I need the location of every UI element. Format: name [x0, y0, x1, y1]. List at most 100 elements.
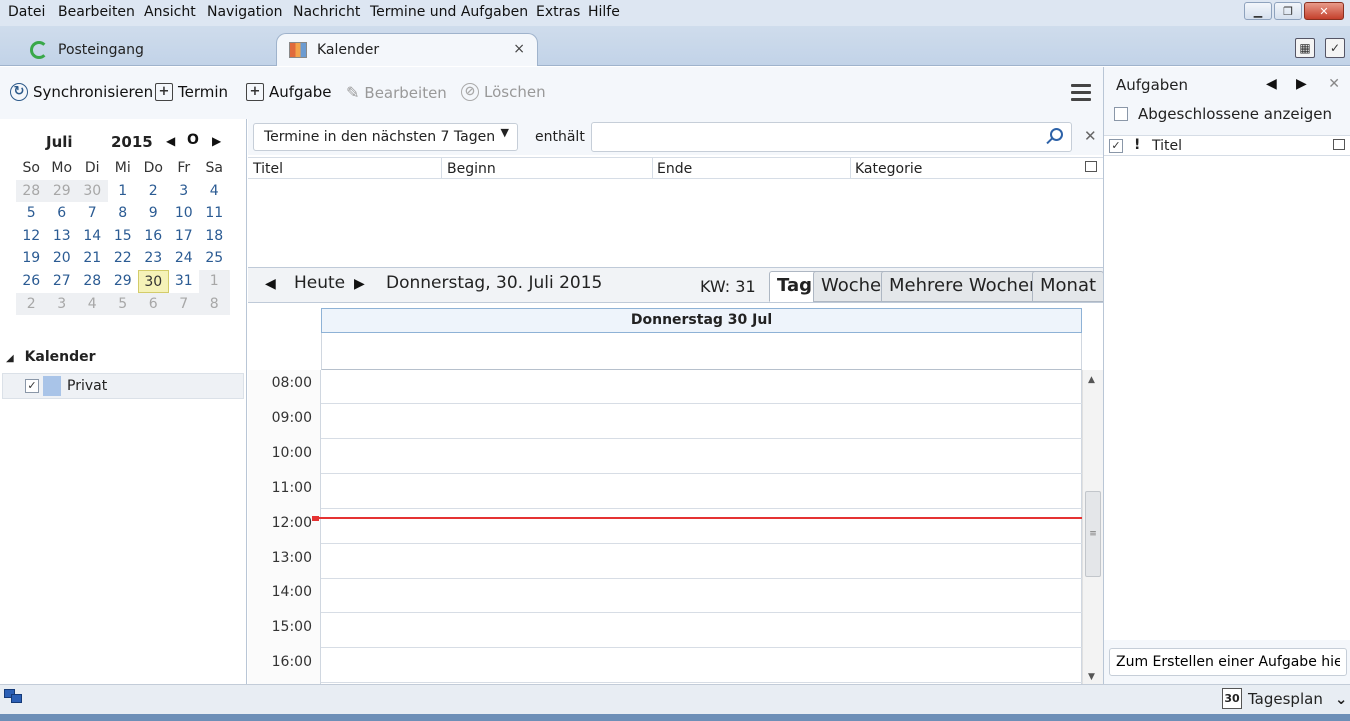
calendar-list-title[interactable]: ◢ Kalender [6, 349, 96, 365]
minimize-button[interactable]: ▁ [1244, 2, 1272, 20]
new-task-input[interactable] [1109, 648, 1347, 676]
new-event-button[interactable]: + Termin [155, 83, 228, 101]
mini-calendar-day[interactable]: 30 [77, 179, 108, 203]
mini-calendar-day[interactable]: 30 [138, 269, 169, 293]
today-pane-toggle[interactable]: 30 Tagesplan ⌄ [1222, 688, 1347, 709]
menu-ansicht[interactable]: Ansicht [144, 4, 196, 20]
menu-icon[interactable] [1071, 84, 1091, 101]
today-button[interactable]: Heute [294, 273, 345, 293]
task-pane-icon[interactable]: ✓ [1325, 38, 1345, 58]
new-task-button[interactable]: + Aufgabe [246, 83, 332, 101]
priority-column-icon[interactable]: ! [1134, 137, 1140, 153]
tab-monat[interactable]: Monat [1032, 271, 1105, 302]
mini-calendar-day[interactable]: 31 [169, 270, 200, 293]
mini-calendar-day[interactable]: 8 [108, 202, 139, 225]
column-titel[interactable]: Titel [1152, 138, 1182, 154]
prev-month-icon[interactable]: ◀ [166, 134, 175, 148]
mini-calendar-day[interactable]: 7 [77, 202, 108, 225]
all-day-area[interactable] [321, 333, 1082, 370]
menu-termine-und-aufgaben[interactable]: Termine und Aufgaben [370, 4, 528, 20]
mini-calendar-day[interactable]: 6 [47, 202, 78, 225]
menu-nachricht[interactable]: Nachricht [293, 4, 360, 20]
edit-button[interactable]: ✎ Bearbeiten [346, 83, 447, 102]
mini-calendar-day[interactable]: 14 [77, 225, 108, 248]
mini-calendar-day[interactable]: 20 [47, 247, 78, 270]
checkbox-icon[interactable] [1114, 107, 1128, 121]
close-window-button[interactable]: ✕ [1304, 2, 1344, 20]
mini-calendar-day[interactable]: 13 [47, 225, 78, 248]
mini-calendar-day[interactable]: 28 [77, 270, 108, 293]
filter-select[interactable]: Termine in den nächsten 7 Tagen ▼ [253, 123, 518, 151]
next-icon[interactable]: ▶ [1296, 76, 1307, 92]
mini-calendar-day[interactable]: 5 [16, 202, 47, 225]
mini-calendar-day[interactable]: 17 [169, 225, 200, 248]
mini-calendar-month[interactable]: Juli [46, 133, 73, 151]
tab-kalender[interactable]: Kalender × [276, 33, 538, 66]
mini-calendar-day[interactable]: 4 [77, 292, 108, 316]
mini-calendar-day[interactable]: 3 [46, 292, 77, 316]
menu-navigation[interactable]: Navigation [207, 4, 283, 20]
delete-button[interactable]: ⊘ Löschen [461, 83, 546, 101]
mini-calendar-day[interactable]: 26 [16, 270, 47, 293]
mini-calendar-day[interactable]: 29 [46, 179, 77, 203]
time-slots[interactable] [321, 370, 1082, 685]
mini-calendar-day[interactable]: 21 [77, 247, 108, 270]
show-completed-checkbox[interactable]: Abgeschlossene anzeigen [1114, 105, 1332, 123]
mini-calendar-day[interactable]: 23 [138, 247, 169, 270]
mini-calendar-day[interactable]: 2 [16, 292, 47, 316]
mini-calendar-day[interactable]: 27 [47, 270, 78, 293]
mini-calendar-day[interactable]: 9 [138, 202, 169, 225]
mini-calendar-day[interactable]: 11 [199, 202, 230, 225]
mini-calendar-day[interactable]: 12 [16, 225, 47, 248]
mini-calendar-day[interactable]: 1 [199, 269, 230, 293]
tab-mehrere-wochen[interactable]: Mehrere Wochen [881, 271, 1049, 302]
search-input[interactable] [591, 122, 1072, 152]
sync-button[interactable]: ↻ Synchronisieren [10, 83, 153, 101]
mini-calendar-day[interactable]: 8 [199, 292, 230, 316]
menu-datei[interactable]: Datei [8, 4, 45, 20]
mini-calendar-day[interactable]: 19 [16, 247, 47, 270]
clear-search-icon[interactable]: ✕ [1084, 127, 1097, 145]
mini-calendar-year[interactable]: 2015 [111, 133, 153, 151]
calendar-item-privat[interactable]: ✓ Privat [2, 373, 244, 399]
completed-column-icon[interactable]: ✓ [1109, 139, 1123, 153]
mini-calendar-day[interactable]: 2 [138, 180, 169, 203]
scroll-up-icon[interactable]: ▲ [1088, 375, 1095, 385]
mini-calendar-day[interactable]: 24 [169, 247, 200, 270]
mini-calendar-day[interactable]: 1 [108, 180, 139, 203]
vertical-scrollbar[interactable]: ▲ ≡ ▼ [1082, 370, 1103, 685]
next-day-icon[interactable]: ▶ [354, 276, 365, 292]
close-icon[interactable]: × [513, 41, 525, 57]
column-picker-icon[interactable] [1333, 139, 1345, 150]
maximize-button[interactable]: ❐ [1274, 2, 1302, 20]
scroll-down-icon[interactable]: ▼ [1088, 672, 1095, 682]
column-kategorie[interactable]: Kategorie [855, 161, 922, 181]
mini-calendar-day[interactable]: 28 [16, 179, 47, 203]
column-beginn[interactable]: Beginn [447, 161, 496, 181]
menu-hilfe[interactable]: Hilfe [588, 4, 620, 20]
mini-calendar-day[interactable]: 15 [108, 225, 139, 248]
column-titel[interactable]: Titel [253, 161, 283, 181]
menu-bearbeiten[interactable]: Bearbeiten [58, 4, 135, 20]
menu-extras[interactable]: Extras [536, 4, 580, 20]
today-circle-icon[interactable]: O [187, 132, 199, 148]
online-status-icon[interactable] [4, 689, 24, 705]
tab-woche[interactable]: Woche [813, 271, 890, 302]
mini-calendar-day[interactable]: 6 [138, 292, 169, 316]
prev-icon[interactable]: ◀ [1266, 76, 1277, 92]
mini-calendar-day[interactable]: 4 [199, 180, 230, 203]
mini-calendar-day[interactable]: 22 [108, 247, 139, 270]
mini-calendar-day[interactable]: 3 [169, 180, 200, 203]
previous-day-icon[interactable]: ◀ [265, 276, 276, 292]
search-icon[interactable] [1050, 128, 1063, 141]
mini-calendar-day[interactable]: 29 [108, 270, 139, 293]
scroll-thumb[interactable]: ≡ [1085, 491, 1101, 577]
mini-calendar-day[interactable]: 18 [199, 225, 230, 248]
calendar-pane-icon[interactable]: ▦ [1295, 38, 1315, 58]
mini-calendar-day[interactable]: 7 [168, 292, 199, 316]
close-icon[interactable]: ✕ [1328, 76, 1340, 92]
column-ende[interactable]: Ende [657, 161, 692, 181]
mini-calendar-day[interactable]: 25 [199, 247, 230, 270]
mini-calendar-day[interactable]: 5 [107, 292, 138, 316]
column-picker-icon[interactable] [1085, 161, 1097, 172]
